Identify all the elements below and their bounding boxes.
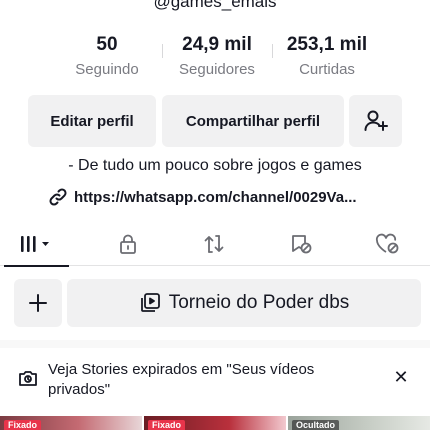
video-thumbnail[interactable]: Fixado bbox=[144, 416, 286, 430]
video-thumbnail[interactable]: Ocultado bbox=[288, 416, 430, 430]
stat-value: 253,1 mil bbox=[286, 34, 368, 55]
stat-value: 24,9 mil bbox=[182, 34, 252, 55]
playlist-item[interactable]: Torneio do Poder dbs bbox=[67, 279, 421, 327]
playlist-icon bbox=[140, 293, 160, 312]
saved-icon bbox=[292, 235, 312, 254]
tab-videos[interactable] bbox=[2, 222, 69, 267]
profile-tabs bbox=[0, 222, 430, 267]
plus-icon bbox=[29, 294, 47, 312]
add-playlist-button[interactable] bbox=[14, 279, 62, 327]
tab-reposts[interactable] bbox=[189, 222, 239, 266]
stat-followers[interactable]: 24,9 mil Seguidores bbox=[162, 34, 272, 82]
tab-saved[interactable] bbox=[276, 222, 326, 266]
playlist-title: Torneio do Poder dbs bbox=[168, 292, 350, 313]
profile-link[interactable]: https://whatsapp.com/channel/0029Va... bbox=[48, 185, 388, 209]
add-friend-button[interactable] bbox=[349, 95, 402, 147]
share-profile-button[interactable]: Compartilhar perfil bbox=[162, 95, 344, 147]
pinned-badge: Fixado bbox=[4, 420, 42, 430]
stat-label: Seguidores bbox=[179, 61, 255, 78]
lock-icon bbox=[120, 234, 136, 254]
stat-likes[interactable]: 253,1 mil Curtidas bbox=[272, 34, 382, 82]
video-grid: Fixado Fixado Ocultado bbox=[0, 416, 430, 430]
hidden-badge: Ocultado bbox=[292, 420, 340, 430]
videos-grid-icon bbox=[20, 236, 49, 252]
section-divider bbox=[0, 340, 430, 348]
camera-history-icon bbox=[19, 371, 37, 386]
stories-notice: Veja Stories expirados em "Seus vídeos p… bbox=[0, 360, 430, 410]
profile-stats: 50 Seguindo 24,9 mil Seguidores 253,1 mi… bbox=[52, 34, 382, 82]
profile-link-text: https://whatsapp.com/channel/0029Va... bbox=[74, 188, 357, 206]
repost-icon bbox=[204, 235, 224, 253]
stories-notice-text: Veja Stories expirados em "Seus vídeos p… bbox=[48, 361, 315, 398]
tab-private[interactable] bbox=[103, 222, 153, 266]
stat-label: Curtidas bbox=[299, 61, 355, 78]
edit-profile-button[interactable]: Editar perfil bbox=[28, 95, 156, 147]
liked-icon bbox=[375, 233, 399, 254]
tab-liked[interactable] bbox=[362, 222, 412, 266]
add-user-icon bbox=[364, 110, 388, 131]
profile-bio: - De tudo um pouco sobre jogos e games bbox=[68, 157, 362, 174]
pinned-badge: Fixado bbox=[148, 420, 186, 430]
username: @games_emais bbox=[153, 0, 277, 11]
stat-value: 50 bbox=[96, 34, 118, 55]
video-thumbnail[interactable]: Fixado bbox=[0, 416, 142, 430]
stat-label: Seguindo bbox=[75, 61, 139, 78]
stat-following[interactable]: 50 Seguindo bbox=[52, 34, 162, 82]
close-icon[interactable]: ✕ bbox=[392, 367, 410, 387]
link-icon bbox=[49, 188, 67, 206]
